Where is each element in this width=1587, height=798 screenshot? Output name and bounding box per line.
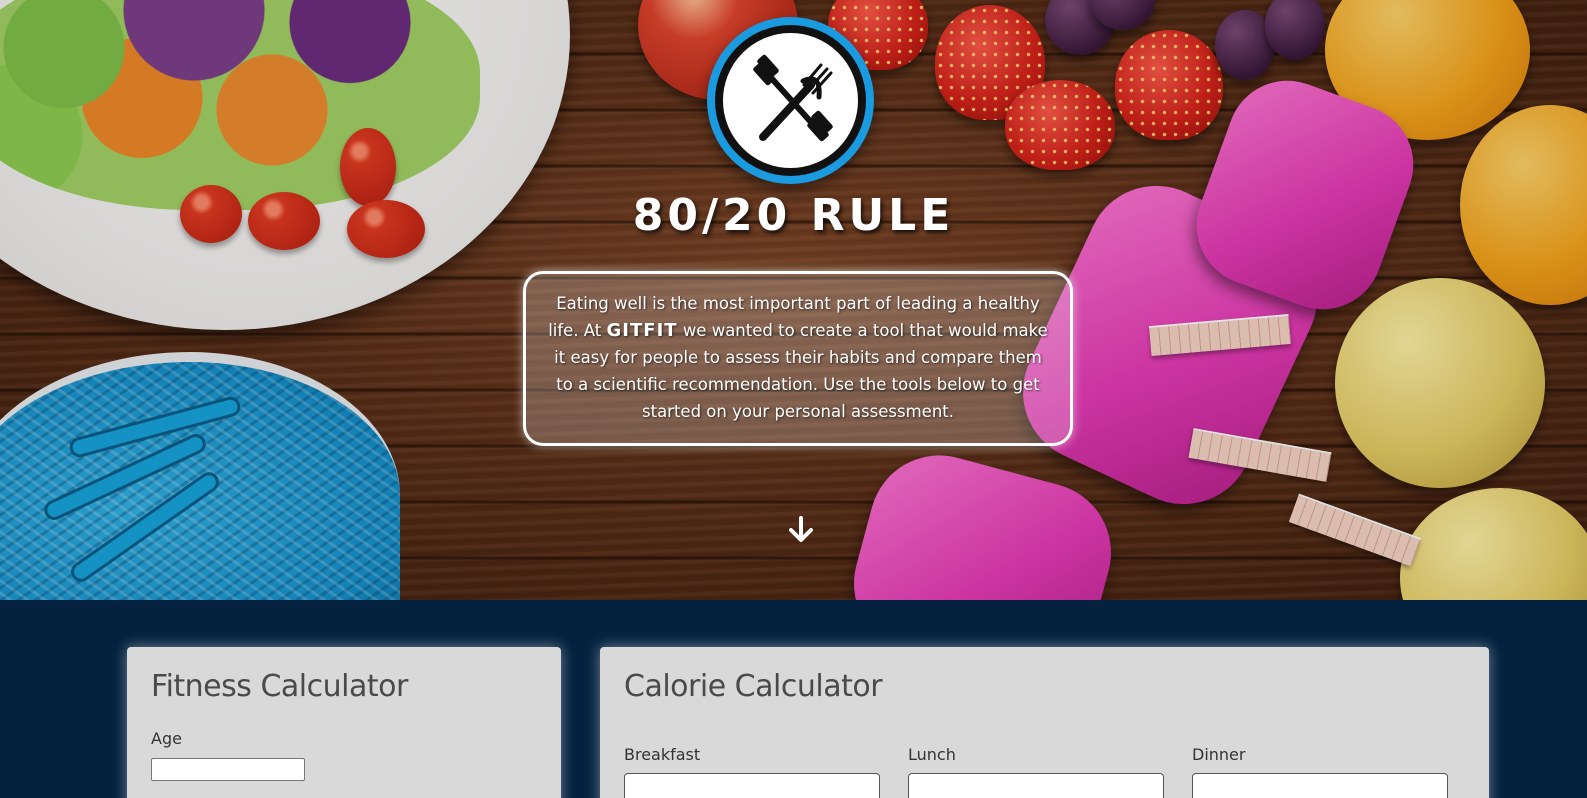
fitness-calculator-card: Fitness Calculator Age (127, 647, 561, 798)
dinner-field: Dinner (1192, 745, 1448, 798)
lunch-field: Lunch (908, 745, 1164, 798)
breakfast-label: Breakfast (624, 745, 701, 764)
lunch-input[interactable] (908, 773, 1164, 798)
dumbbell-fork-cross-icon (752, 54, 833, 141)
page-title: 80/20 RULE (632, 190, 955, 241)
gitfit-logo[interactable] (707, 17, 874, 184)
calorie-calculator-card: Calorie Calculator Breakfast Lunch Dinne… (600, 647, 1489, 798)
dinner-label: Dinner (1192, 745, 1246, 764)
fitness-calculator-title: Fitness Calculator (151, 669, 408, 704)
brand-name: GITFIT (606, 320, 678, 341)
breakfast-input[interactable] (624, 773, 880, 798)
calorie-calculator-title: Calorie Calculator (624, 669, 883, 704)
breakfast-field: Breakfast (624, 745, 880, 798)
hero-section: 80/20 RULE Eating well is the most impor… (0, 0, 1587, 600)
dinner-input[interactable] (1192, 773, 1448, 798)
age-label: Age (151, 729, 182, 748)
lunch-label: Lunch (908, 745, 956, 764)
age-input[interactable] (151, 758, 305, 781)
intro-text-box: Eating well is the most important part o… (523, 271, 1073, 446)
arrow-down-icon[interactable] (786, 515, 816, 545)
